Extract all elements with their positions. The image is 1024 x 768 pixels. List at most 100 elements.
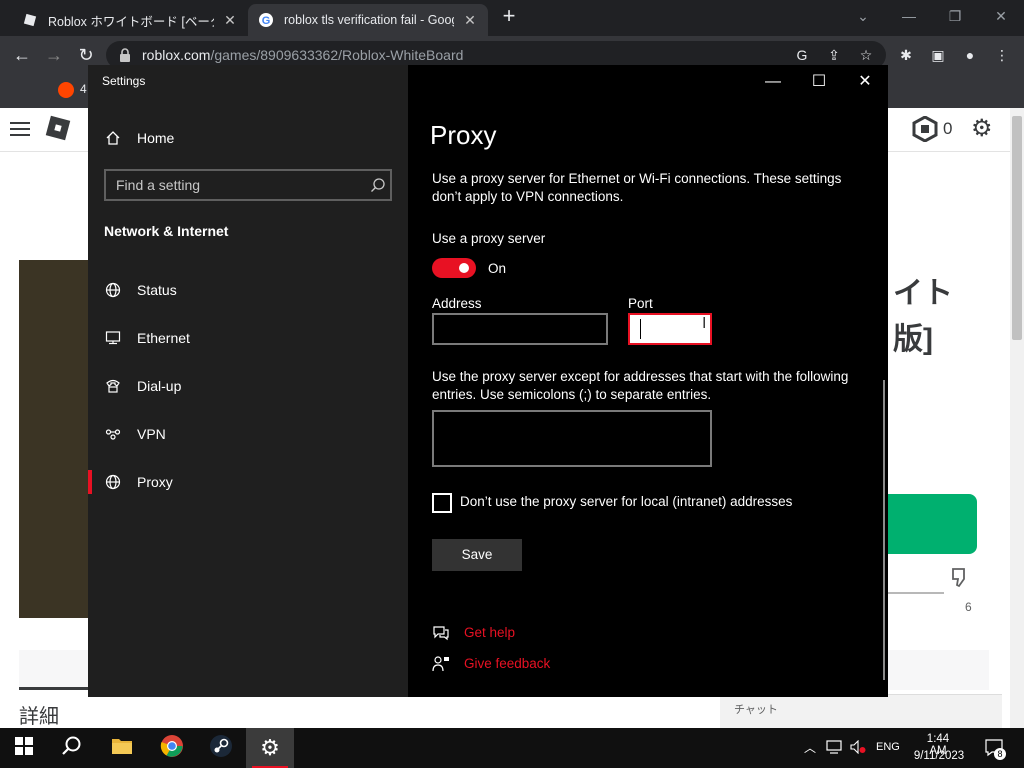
search-input[interactable] <box>106 171 356 199</box>
close-icon[interactable]: ✕ <box>842 68 888 96</box>
nav-item-dialup[interactable]: Dial-up <box>88 364 408 408</box>
local-addresses-label[interactable]: Don’t use the proxy server for local (in… <box>460 494 792 509</box>
close-tab-icon[interactable]: ✕ <box>222 12 238 29</box>
roblox-logo-icon[interactable] <box>44 114 72 142</box>
dislike-count: 6 <box>965 600 972 614</box>
help-chat-icon <box>432 624 450 642</box>
back-icon[interactable]: ← <box>11 44 33 66</box>
address-label: Address <box>432 296 482 311</box>
new-tab-button[interactable]: + <box>498 5 520 28</box>
globe-icon <box>104 473 122 491</box>
nav-item-proxy[interactable]: Proxy <box>88 460 408 504</box>
tab-title: roblox tls verification fail - Googl <box>284 13 454 27</box>
taskbar-settings[interactable]: ⚙ <box>246 728 294 768</box>
nav-item-status[interactable]: Status <box>88 268 408 312</box>
side-panel-icon[interactable]: ▣ <box>928 45 948 65</box>
nav-item-label: Ethernet <box>137 330 190 346</box>
taskbar-chrome[interactable] <box>148 728 196 768</box>
text-caret <box>640 319 641 339</box>
nav-item-label: Dial-up <box>137 378 182 394</box>
search-icon <box>61 735 83 762</box>
taskbar-file-explorer[interactable] <box>98 728 146 768</box>
reload-icon[interactable]: ↻ <box>75 44 97 66</box>
toggle-state-label: On <box>488 261 507 276</box>
ibeam-cursor-icon: I <box>702 315 707 332</box>
bookmark-label[interactable]: 4 <box>80 82 87 96</box>
local-addresses-checkbox[interactable] <box>432 493 452 513</box>
start-button[interactable] <box>0 728 48 768</box>
tab-search-icon[interactable]: ⌄ <box>840 4 886 28</box>
nav-item-ethernet[interactable]: Ethernet <box>88 316 408 360</box>
address-field[interactable] <box>432 313 608 345</box>
hamburger-menu-icon[interactable] <box>10 120 30 138</box>
search-icon[interactable] <box>369 176 387 194</box>
share-icon[interactable]: ⇪ <box>824 45 844 65</box>
page-scrollbar-thumb[interactable] <box>1012 116 1022 340</box>
nav-home[interactable]: Home <box>88 116 408 160</box>
settings-gear-icon: ⚙ <box>260 735 280 760</box>
input-language[interactable]: ENG <box>876 741 900 753</box>
browser-tab-roblox[interactable]: Roblox ホワイトボード [ベータ版] - Ro ✕ <box>12 4 248 36</box>
chat-label: チャット <box>734 704 778 716</box>
port-label: Port <box>628 296 653 311</box>
folder-icon <box>111 737 133 760</box>
steam-icon <box>209 734 233 763</box>
taskbar-search-button[interactable] <box>48 728 96 768</box>
page-title: Proxy <box>430 120 497 150</box>
exceptions-label: Use the proxy server except for addresse… <box>432 369 849 402</box>
nav-home-label: Home <box>137 130 175 146</box>
network-icon[interactable] <box>826 740 842 756</box>
windows-logo-icon <box>15 736 33 760</box>
play-button[interactable] <box>888 494 977 554</box>
url-text[interactable]: roblox.com/games/8909633362/Roblox-White… <box>142 47 463 63</box>
details-heading: 詳細 <box>19 706 59 728</box>
google-lens-icon[interactable]: G <box>792 45 812 65</box>
close-tab-icon[interactable]: ✕ <box>462 12 478 29</box>
browser-tab-google[interactable]: G roblox tls verification fail - Googl ✕ <box>248 4 488 36</box>
active-tab-indicator <box>19 687 89 690</box>
settings-gear-icon[interactable]: ⚙ <box>971 116 997 142</box>
game-title-line: イト <box>893 277 953 310</box>
lock-icon[interactable] <box>119 48 131 62</box>
profile-icon[interactable]: ● <box>960 45 980 65</box>
forward-icon[interactable]: → <box>43 44 65 66</box>
nav-item-label: Proxy <box>137 474 173 490</box>
give-feedback-link[interactable]: Give feedback <box>464 656 550 671</box>
dialup-icon <box>104 377 122 395</box>
robux-icon[interactable] <box>912 115 938 143</box>
maximize-icon[interactable]: ☐ <box>796 68 842 96</box>
proxy-description: Use a proxy server for Ethernet or Wi-Fi… <box>432 171 842 204</box>
svg-text:G: G <box>262 15 271 27</box>
clock-date[interactable]: 9/11/2023 <box>910 750 968 762</box>
globe-icon <box>104 281 122 299</box>
chrome-menu-icon[interactable]: ⋮ <box>992 45 1012 65</box>
toggle-knob[interactable] <box>459 263 469 273</box>
notification-badge: 8 <box>994 748 1006 760</box>
use-proxy-label: Use a proxy server <box>432 231 546 246</box>
window-title: Settings <box>102 74 146 88</box>
use-proxy-toggle[interactable] <box>432 258 476 278</box>
game-title-line: 版] <box>893 323 933 356</box>
thumbs-down-icon[interactable] <box>950 566 972 588</box>
show-hidden-icons[interactable]: ︿ <box>802 740 818 756</box>
extensions-icon[interactable]: ✱ <box>896 45 916 65</box>
section-heading: Network & Internet <box>104 223 229 239</box>
get-help-link[interactable]: Get help <box>464 625 515 640</box>
taskbar-steam[interactable] <box>197 728 245 768</box>
bookmark-star-icon[interactable]: ☆ <box>856 45 876 65</box>
minimize-browser-icon[interactable]: — <box>886 4 932 28</box>
save-button[interactable]: Save <box>432 539 522 571</box>
game-thumbnail[interactable] <box>19 260 89 618</box>
minimize-icon[interactable]: — <box>750 68 796 96</box>
content-scrollbar[interactable] <box>883 380 885 680</box>
nav-item-label: Status <box>137 282 177 298</box>
exceptions-field[interactable] <box>432 410 712 467</box>
feedback-person-icon <box>432 655 450 673</box>
restore-browser-icon[interactable]: ❐ <box>932 4 978 28</box>
nav-item-vpn[interactable]: VPN <box>88 412 408 456</box>
reddit-icon[interactable] <box>58 82 74 98</box>
vpn-icon <box>104 425 122 443</box>
nav-item-label: VPN <box>137 426 166 442</box>
volume-muted-icon[interactable] <box>850 739 866 756</box>
close-browser-icon[interactable]: ✕ <box>978 4 1024 28</box>
